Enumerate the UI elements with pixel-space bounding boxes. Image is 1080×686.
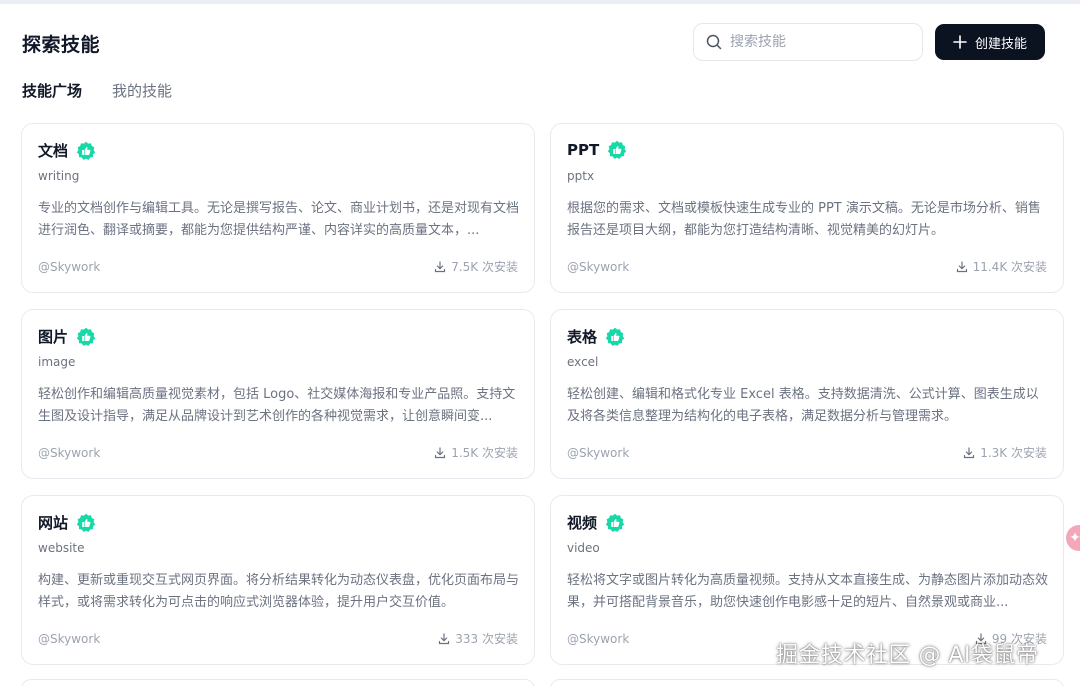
watermark: 掘金技术社区 @ AI袋鼠帝 bbox=[776, 643, 1039, 668]
skill-slug: image bbox=[38, 355, 76, 369]
download-icon bbox=[438, 632, 450, 645]
skill-author: @Skywork bbox=[38, 445, 101, 460]
skill-card-header: PPT bbox=[567, 140, 627, 160]
download-icon bbox=[434, 260, 446, 273]
create-skill-button[interactable]: 创建技能 bbox=[935, 24, 1045, 60]
skill-card-pptx[interactable]: PPT pptx 根据您的需求、文档或模板快速生成专业的 PPT 演示文稿。无论是市… bbox=[550, 123, 1064, 293]
tab-my-skills[interactable]: 我的技能 bbox=[112, 80, 172, 104]
download-icon bbox=[963, 446, 975, 459]
skill-card-header: 表格 bbox=[567, 326, 625, 347]
skill-title: 图片 bbox=[38, 328, 69, 346]
skill-author: @Skywork bbox=[567, 445, 630, 460]
install-count-label: 1.3K 次安装 bbox=[980, 446, 1047, 460]
skill-description: 构建、更新或重现交互式网页界面。将分析结果转化为动态仪表盘，优化页面布局与样式，… bbox=[38, 573, 520, 610]
skill-card-footer: @Skywork 1.3K 次安装 bbox=[567, 444, 1047, 461]
skill-description: 轻松将文字或图片转化为高质量视频。支持从文本直接生成、为静态图片添加动态效果，并… bbox=[567, 573, 1049, 610]
top-strip bbox=[0, 0, 1080, 4]
skill-card-header: 视频 bbox=[567, 512, 625, 533]
download-icon bbox=[956, 260, 968, 273]
skill-install-count: 1.5K 次安装 bbox=[434, 444, 518, 461]
skill-install-count: 11.4K 次安装 bbox=[956, 258, 1047, 275]
floating-helper-icon[interactable]: ✦ bbox=[1066, 525, 1080, 551]
verified-thumbs-up-icon bbox=[607, 140, 627, 160]
skill-card-footer: @Skywork 333 次安装 bbox=[38, 630, 518, 647]
search-input[interactable] bbox=[730, 34, 910, 50]
page-header: 探索技能 创建技能 bbox=[22, 22, 1052, 62]
skill-install-count: 333 次安装 bbox=[438, 630, 518, 647]
skill-author: @Skywork bbox=[38, 259, 101, 274]
skill-slug: pptx bbox=[567, 169, 595, 183]
skill-card-header: 网站 bbox=[38, 512, 96, 533]
skill-title: 表格 bbox=[567, 328, 598, 346]
skill-title: 视频 bbox=[567, 514, 598, 532]
install-count-label: 333 次安装 bbox=[455, 632, 518, 646]
skill-card-image[interactable]: 图片 image 轻松创作和编辑高质量视觉素材，包括 Logo、社交媒体海报和专业产… bbox=[21, 309, 535, 479]
skill-card-footer: @Skywork 1.5K 次安装 bbox=[38, 444, 518, 461]
skill-card-footer: @Skywork 7.5K 次安装 bbox=[38, 258, 518, 275]
install-count-label: 1.5K 次安装 bbox=[451, 446, 518, 460]
skill-description: 轻松创作和编辑高质量视觉素材，包括 Logo、社交媒体海报和专业产品照。支持文生… bbox=[38, 387, 516, 424]
skill-description: 轻松创建、编辑和格式化专业 Excel 表格。支持数据清洗、公式计算、图表生成以… bbox=[567, 387, 1039, 424]
skill-card-partial[interactable] bbox=[21, 679, 535, 686]
skill-card-website[interactable]: 网站 website 构建、更新或重现交互式网页界面。将分析结果转化为动态仪表盘，优… bbox=[21, 495, 535, 665]
search-box[interactable] bbox=[693, 23, 923, 61]
skill-card-footer: @Skywork 11.4K 次安装 bbox=[567, 258, 1047, 275]
skill-title: PPT bbox=[567, 141, 600, 159]
plus-icon bbox=[953, 35, 967, 49]
skill-author: @Skywork bbox=[567, 631, 630, 646]
search-icon bbox=[706, 34, 722, 50]
skill-title: 文档 bbox=[38, 142, 69, 160]
skill-slug: writing bbox=[38, 169, 80, 183]
skill-tabs: 技能广场 我的技能 bbox=[22, 80, 172, 104]
create-skill-label: 创建技能 bbox=[974, 36, 1027, 52]
skill-author: @Skywork bbox=[38, 631, 101, 646]
skill-slug: excel bbox=[567, 355, 599, 369]
skill-card-header: 文档 bbox=[38, 140, 96, 161]
download-icon bbox=[434, 446, 446, 459]
skill-author: @Skywork bbox=[567, 259, 630, 274]
skill-slug: video bbox=[567, 541, 600, 555]
page-title: 探索技能 bbox=[22, 34, 101, 56]
skill-card-writing[interactable]: 文档 writing 专业的文档创作与编辑工具。无论是撰写报告、论文、商业计划书，还… bbox=[21, 123, 535, 293]
skill-install-count: 1.3K 次安装 bbox=[963, 444, 1047, 461]
skill-description: 根据您的需求、文档或模板快速生成专业的 PPT 演示文稿。无论是市场分析、销售报… bbox=[567, 201, 1041, 238]
tab-skill-plaza[interactable]: 技能广场 bbox=[22, 80, 82, 104]
verified-thumbs-up-icon bbox=[76, 141, 96, 161]
skill-install-count: 7.5K 次安装 bbox=[434, 258, 518, 275]
install-count-label: 11.4K 次安装 bbox=[972, 260, 1047, 274]
skill-description: 专业的文档创作与编辑工具。无论是撰写报告、论文、商业计划书，还是对现有文档进行润… bbox=[38, 201, 520, 238]
install-count-label: 7.5K 次安装 bbox=[451, 260, 518, 274]
verified-thumbs-up-icon bbox=[605, 513, 625, 533]
skill-card-partial[interactable] bbox=[550, 679, 1064, 686]
skill-title: 网站 bbox=[38, 514, 69, 532]
skill-slug: website bbox=[38, 541, 85, 555]
skill-card-excel[interactable]: 表格 excel 轻松创建、编辑和格式化专业 Excel 表格。支持数据清洗、公式计… bbox=[550, 309, 1064, 479]
verified-thumbs-up-icon bbox=[605, 327, 625, 347]
verified-thumbs-up-icon bbox=[76, 513, 96, 533]
skill-card-header: 图片 bbox=[38, 326, 96, 347]
skill-grid: 文档 writing 专业的文档创作与编辑工具。无论是撰写报告、论文、商业计划书，还… bbox=[21, 123, 1064, 665]
verified-thumbs-up-icon bbox=[76, 327, 96, 347]
